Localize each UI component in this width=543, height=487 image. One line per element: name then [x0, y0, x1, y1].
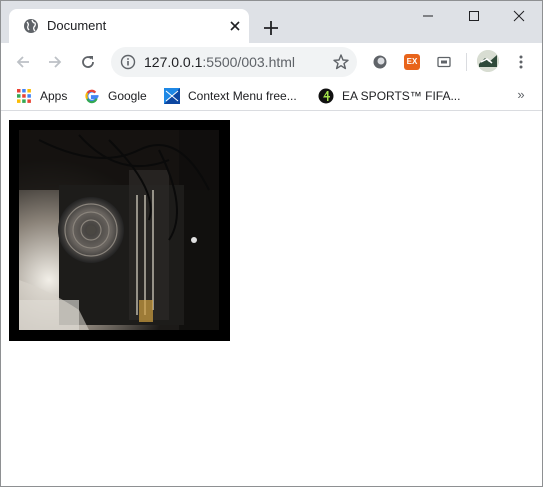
arrow-right-icon	[49, 56, 62, 68]
url-path: :5500/003.html	[202, 54, 296, 70]
tab-title: Document	[47, 18, 107, 33]
toolbar-divider	[466, 53, 467, 71]
close-icon	[513, 10, 525, 22]
close-tab-icon[interactable]	[227, 18, 243, 34]
bookmark-apps[interactable]: Apps	[16, 85, 72, 107]
bookmark-label: Google	[108, 89, 147, 103]
computer-interior-photo	[19, 130, 219, 330]
apps-grid-icon	[16, 88, 32, 104]
browser-window: Document 127.0.0.1:5500/003.html EX Apps…	[0, 0, 543, 487]
bookmark-fifa[interactable]: EA SPORTS™ FIFA...	[318, 85, 461, 107]
reload-icon	[82, 56, 94, 68]
avatar[interactable]	[477, 50, 499, 72]
tab-document[interactable]: Document	[9, 9, 249, 43]
maximize-button[interactable]	[451, 1, 497, 31]
close-window-button[interactable]	[496, 1, 542, 31]
bookmark-label: EA SPORTS™ FIFA...	[342, 89, 461, 103]
back-button[interactable]	[11, 50, 35, 74]
bookmark-label: Apps	[40, 89, 68, 103]
minimize-icon	[423, 15, 433, 17]
kebab-menu-button[interactable]	[509, 50, 533, 74]
bookmark-context-menu[interactable]: Context Menu free...	[164, 85, 308, 107]
address-bar[interactable]: 127.0.0.1:5500/003.html	[111, 47, 357, 77]
fifa-icon	[318, 88, 334, 104]
google-icon	[84, 88, 100, 104]
new-tab-button[interactable]	[259, 16, 283, 40]
toolbar: 127.0.0.1:5500/003.html EX	[1, 43, 542, 81]
tab-strip: Document	[1, 1, 542, 43]
globe-icon	[23, 18, 39, 34]
bookmark-google[interactable]: Google	[84, 85, 154, 107]
url-text: 127.0.0.1:5500/003.html	[144, 54, 295, 70]
maximize-icon	[469, 11, 479, 21]
forward-button[interactable]	[43, 50, 67, 74]
kebab-menu-icon	[519, 55, 523, 69]
arrow-left-icon	[16, 56, 29, 68]
bookmark-label: Context Menu free...	[188, 89, 297, 103]
info-icon[interactable]	[120, 54, 136, 70]
plus-icon	[264, 21, 278, 35]
bookmarks-bar: Apps Google Context Menu free... EA SPOR…	[1, 81, 542, 111]
image-frame	[9, 120, 230, 341]
cast-extension-icon[interactable]	[436, 54, 452, 70]
page-content	[1, 112, 542, 486]
minimize-button[interactable]	[405, 1, 451, 31]
url-host: 127.0.0.1	[144, 54, 203, 70]
bookmarks-overflow-button[interactable]: »	[513, 85, 529, 105]
windows-icon	[164, 88, 180, 104]
circle-extension-icon[interactable]	[372, 54, 388, 70]
star-icon[interactable]	[332, 53, 350, 71]
ex-extension-icon[interactable]: EX	[404, 54, 420, 70]
reload-button[interactable]	[76, 50, 100, 74]
